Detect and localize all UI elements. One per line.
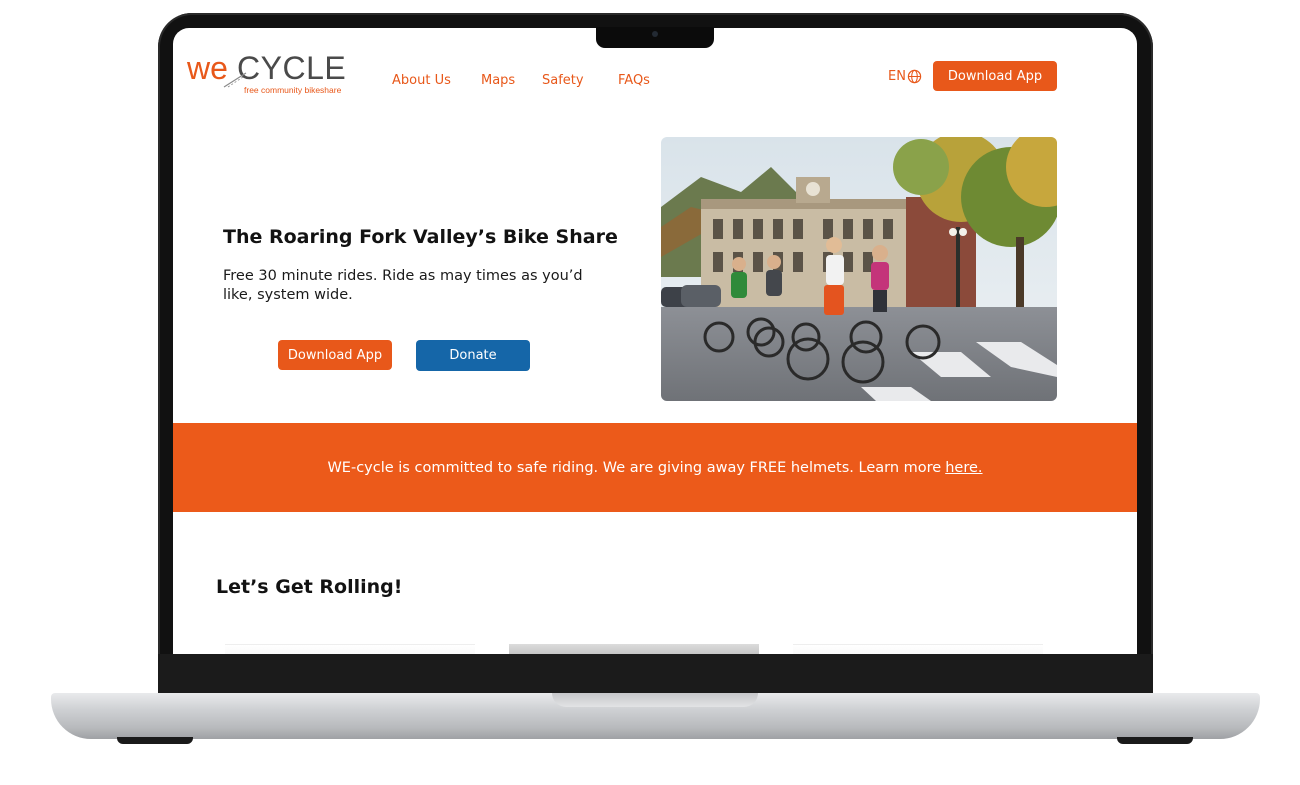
header-download-app-button[interactable]: Download App: [933, 61, 1057, 91]
laptop-opening-groove: [552, 693, 758, 707]
card-peek-1: [225, 644, 475, 654]
nav-safety[interactable]: Safety: [542, 73, 584, 88]
cyclists-street-photo: [661, 137, 1057, 401]
section-title: Let’s Get Rolling!: [216, 576, 403, 598]
nav-about-us[interactable]: About Us: [392, 73, 451, 88]
camera-icon: [652, 31, 658, 37]
logo-cycle-text: CYCLE: [237, 50, 347, 86]
card-peek-3: [793, 644, 1043, 654]
donate-button[interactable]: Donate: [416, 340, 530, 371]
language-selector[interactable]: EN: [888, 69, 922, 84]
card-peek-2: [509, 644, 759, 654]
banner-text: WE-cycle is committed to safe riding. We…: [327, 460, 982, 476]
nav-faqs[interactable]: FAQs: [618, 73, 650, 88]
logo-we-text: WE: [187, 50, 228, 86]
nav-maps[interactable]: Maps: [481, 73, 515, 88]
globe-icon: [907, 69, 922, 84]
hero-download-app-button[interactable]: Download App: [278, 340, 392, 370]
banner-message: WE-cycle is committed to safe riding. We…: [327, 459, 942, 476]
laptop-foot-left: [117, 737, 193, 744]
helmet-banner: WE-cycle is committed to safe riding. We…: [173, 423, 1137, 512]
hero-subtitle: Free 30 minute rides. Ride as may times …: [223, 268, 583, 303]
hero-title: The Roaring Fork Valley’s Bike Share: [223, 226, 618, 248]
language-label: EN: [888, 69, 906, 84]
laptop-bezel: [158, 654, 1153, 694]
banner-here-link[interactable]: here.: [945, 460, 982, 476]
hero-photo-cyclists: [661, 137, 1057, 401]
laptop-foot-right: [1117, 737, 1193, 744]
wecycle-logo[interactable]: WE CYCLE free community bikeshare: [187, 50, 347, 98]
logo-tagline: free community bikeshare: [244, 85, 342, 95]
browser-screen: WE CYCLE free community bikeshare About …: [173, 28, 1137, 654]
